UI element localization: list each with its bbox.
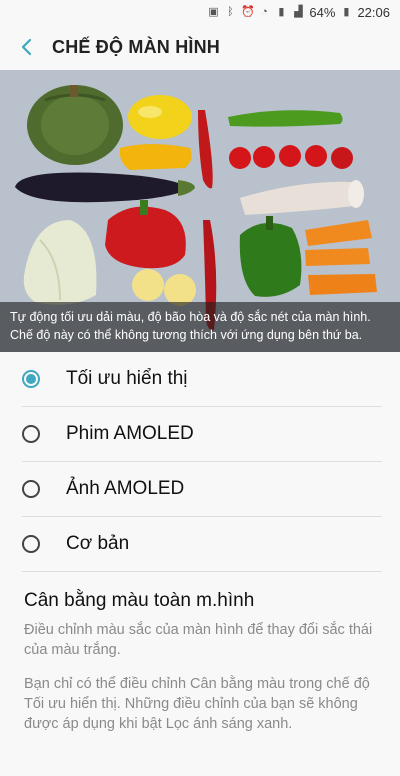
status-bar: ▣ ᛒ ⏰ ◔ ▮ ▟ 64% ▮ 22:06 (0, 0, 400, 24)
option-amoled-cinema[interactable]: Phim AMOLED (22, 407, 382, 462)
back-button[interactable] (4, 24, 50, 70)
alarm-icon: ⏰ (241, 6, 256, 18)
radio-button[interactable] (22, 535, 40, 553)
option-amoled-photo[interactable]: Ảnh AMOLED (22, 462, 382, 517)
option-label: Ảnh AMOLED (66, 478, 185, 499)
preview-image: Tự động tối ưu dải màu, độ bão hòa và độ… (0, 70, 400, 352)
radio-button[interactable] (22, 425, 40, 443)
color-balance-title: Cân bằng màu toàn m.hình (24, 590, 255, 611)
preview-caption: Tự động tối ưu dải màu, độ bão hòa và độ… (0, 302, 400, 352)
option-label: Phim AMOLED (66, 423, 194, 444)
screen-mode-options: Tối ưu hiển thị Phim AMOLED Ảnh AMOLED C… (0, 352, 400, 572)
back-arrow-icon (21, 38, 32, 56)
sim-icon: ▮ (278, 6, 285, 18)
option-basic[interactable]: Cơ bản (22, 517, 382, 572)
app-bar: CHẾ ĐỘ MÀN HÌNH (0, 24, 400, 70)
option-adaptive-display[interactable]: Tối ưu hiển thị (22, 352, 382, 407)
option-label: Tối ưu hiển thị (66, 368, 188, 389)
color-balance-note: Bạn chỉ có thể điều chỉnh Cân bằng màu t… (24, 676, 370, 732)
battery-icon: ▮ (343, 6, 350, 18)
bluetooth-icon: ᛒ (227, 6, 234, 18)
color-balance-description: Điều chỉnh màu sắc của màn hình để thay … (24, 622, 373, 658)
page-title: CHẾ ĐỘ MÀN HÌNH (52, 36, 220, 57)
signal-icon: ▟ (294, 6, 303, 18)
notification-icon: ▣ (208, 6, 219, 18)
battery-percent: 64% (309, 4, 336, 20)
clock: 22:06 (357, 4, 390, 20)
wifi-icon: ◔ (261, 6, 268, 18)
radio-button-selected[interactable] (22, 370, 40, 388)
color-balance-setting[interactable]: Cân bằng màu toàn m.hình Điều chỉnh màu … (24, 590, 380, 734)
option-label: Cơ bản (66, 533, 130, 554)
radio-button[interactable] (22, 480, 40, 498)
